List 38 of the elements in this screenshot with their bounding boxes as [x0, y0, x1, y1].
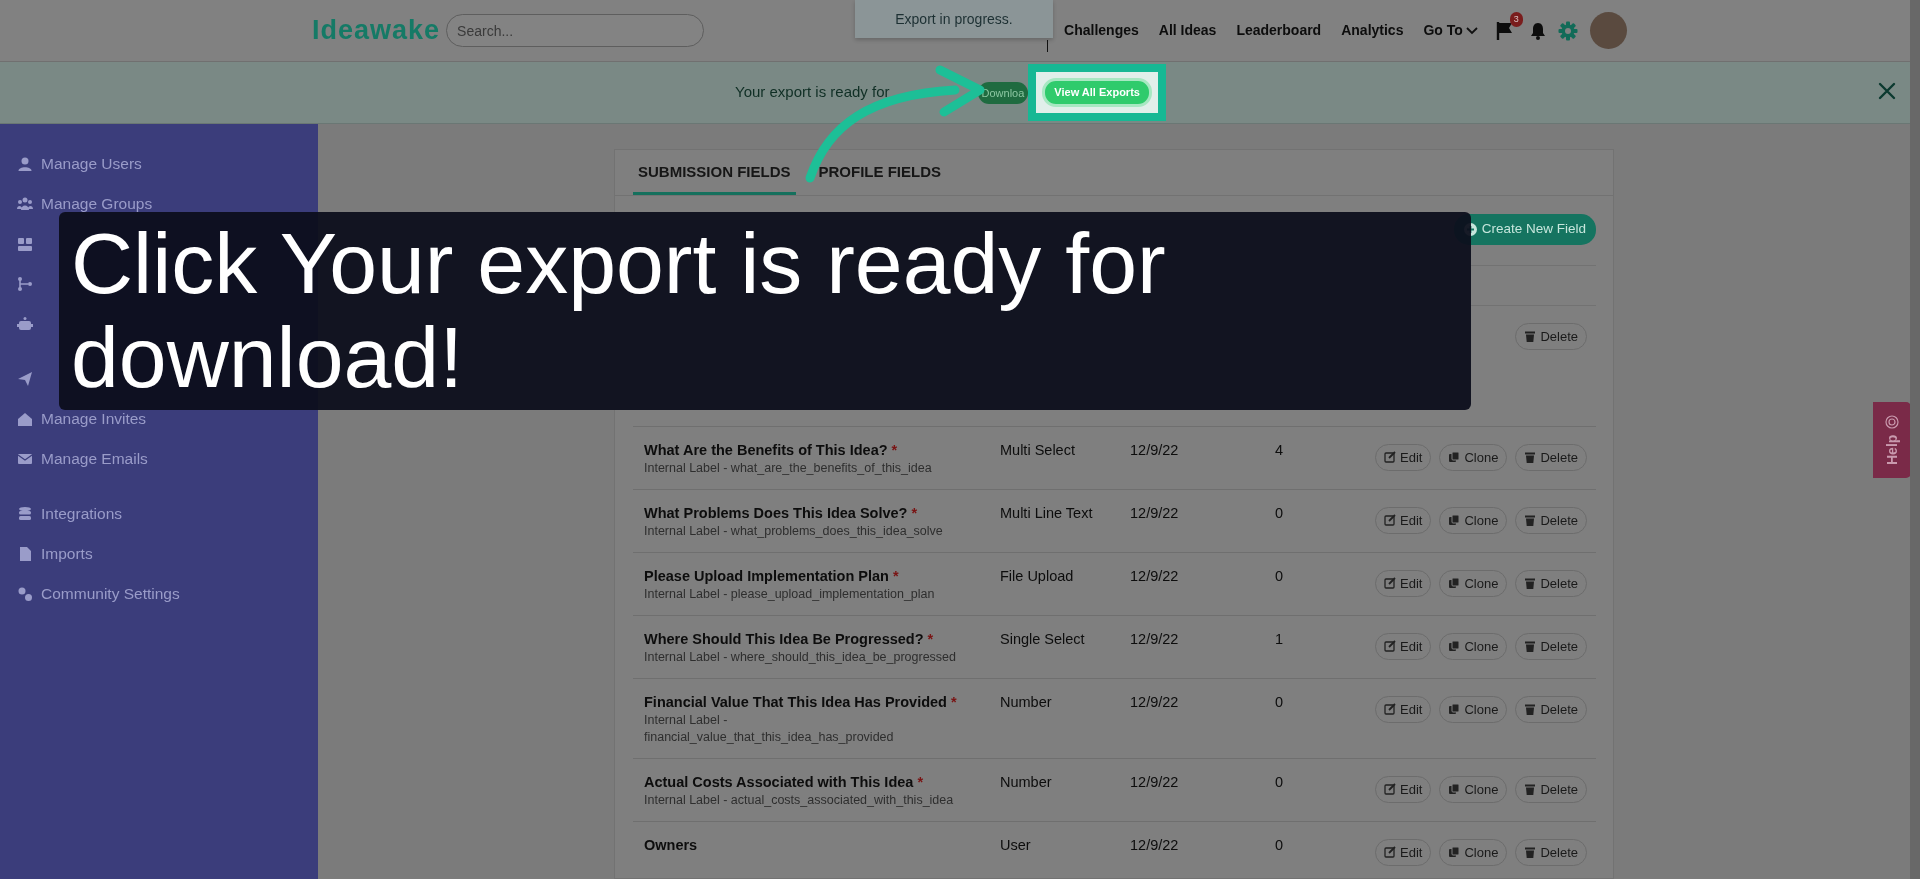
- internal-label: Internal Label - financial_value_that_this_idea_has_provided: [644, 712, 895, 746]
- entry-count: 4: [1275, 442, 1284, 458]
- internal-label: Internal Label - please_upload_implementation_plan: [644, 586, 936, 603]
- field-type: Multi Line Text: [1000, 505, 1093, 521]
- export-progress-toast: Export in progress.: [855, 0, 1053, 38]
- date-created: 12/9/22: [1130, 442, 1179, 458]
- field-label: What Problems Does This Idea Solve? *: [644, 504, 919, 523]
- date-created: 12/9/22: [1130, 774, 1179, 790]
- date-created: 12/9/22: [1130, 837, 1179, 853]
- field-label: Please Upload Implementation Plan *: [644, 567, 900, 586]
- field-type: Number: [1000, 774, 1052, 790]
- notification-count: 3: [1509, 11, 1523, 27]
- field-label: Where Should This Idea Be Progressed? *: [644, 630, 935, 649]
- entry-count: 0: [1275, 694, 1284, 710]
- internal-label: Internal Label - actual_costs_associated_with_this_idea: [644, 792, 955, 809]
- entry-count: 0: [1275, 837, 1284, 853]
- export-ready-message: Your export is ready for: [735, 82, 890, 103]
- field-label: Actual Costs Associated with This Idea *: [644, 773, 925, 792]
- field-label: What Are the Benefits of This Idea? *: [644, 441, 899, 460]
- field-label: Financial Value That This Idea Has Provided *: [644, 693, 958, 712]
- field-type: Multi Select: [1000, 442, 1075, 458]
- entry-count: 0: [1275, 568, 1284, 584]
- internal-label: Internal Label - what_problems_does_this_idea_solve: [644, 523, 944, 540]
- internal-label: Internal Label - what_are_the_benefits_of_this_idea: [644, 460, 933, 477]
- field-type: File Upload: [1000, 568, 1074, 584]
- date-created: 12/9/22: [1130, 694, 1179, 710]
- entry-count: 0: [1275, 505, 1284, 521]
- entry-count: 1: [1275, 631, 1284, 647]
- field-type: Single Select: [1000, 631, 1085, 647]
- field-label: Owners: [644, 836, 699, 855]
- field-type: User: [1000, 837, 1031, 853]
- date-created: 12/9/22: [1130, 505, 1179, 521]
- field-type: Number: [1000, 694, 1052, 710]
- entry-count: 0: [1275, 774, 1284, 790]
- date-created: 12/9/22: [1130, 568, 1179, 584]
- internal-label: Internal Label - where_should_this_idea_be_progressed: [644, 649, 958, 666]
- date-created: 12/9/22: [1130, 631, 1179, 647]
- tutorial-tooltip: Click Your export is ready for download!: [59, 212, 1471, 410]
